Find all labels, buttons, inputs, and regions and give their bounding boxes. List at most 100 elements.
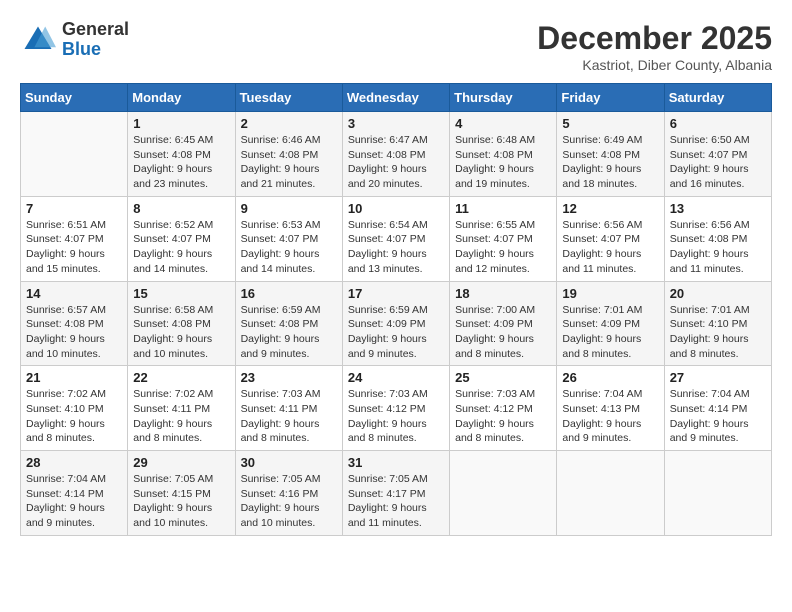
day-number: 16: [241, 286, 337, 301]
calendar-cell: 13 Sunrise: 6:56 AM Sunset: 4:08 PM Dayli…: [664, 196, 771, 281]
day-number: 2: [241, 116, 337, 131]
calendar-cell: 12 Sunrise: 6:56 AM Sunset: 4:07 PM Dayli…: [557, 196, 664, 281]
calendar-cell: 8Sunrise: 6:52 AM Sunset: 4:07 PM Daylig…: [128, 196, 235, 281]
calendar-cell: 14 Sunrise: 6:57 AM Sunset: 4:08 PM Dayli…: [21, 281, 128, 366]
day-info: Sunrise: 7:04 AM Sunset: 4:14 PM Dayligh…: [26, 472, 122, 531]
calendar-week-1: 7 Sunrise: 6:51 AM Sunset: 4:07 PM Daylig…: [21, 196, 772, 281]
calendar-cell: [450, 451, 557, 536]
day-info: Sunrise: 7:05 AM Sunset: 4:17 PM Dayligh…: [348, 472, 444, 531]
calendar-table: SundayMondayTuesdayWednesdayThursdayFrid…: [20, 83, 772, 536]
day-info: Sunrise: 7:04 AM Sunset: 4:14 PM Dayligh…: [670, 387, 766, 446]
calendar-cell: 29Sunrise: 7:05 AM Sunset: 4:15 PM Dayli…: [128, 451, 235, 536]
day-info: Sunrise: 7:01 AM Sunset: 4:09 PM Dayligh…: [562, 303, 658, 362]
calendar-cell: 5 Sunrise: 6:49 AM Sunset: 4:08 PM Daylig…: [557, 112, 664, 197]
calendar-cell: 15 Sunrise: 6:58 AM Sunset: 4:08 PM Dayli…: [128, 281, 235, 366]
day-number: 17: [348, 286, 444, 301]
calendar-cell: 7 Sunrise: 6:51 AM Sunset: 4:07 PM Daylig…: [21, 196, 128, 281]
day-number: 21: [26, 370, 122, 385]
day-info: Sunrise: 6:56 AM Sunset: 4:08 PM Dayligh…: [670, 218, 766, 277]
day-number: 28: [26, 455, 122, 470]
day-number: 24: [348, 370, 444, 385]
day-number: 25: [455, 370, 551, 385]
calendar-cell: 26 Sunrise: 7:04 AM Sunset: 4:13 PM Dayli…: [557, 366, 664, 451]
day-info: Sunrise: 7:04 AM Sunset: 4:13 PM Dayligh…: [562, 387, 658, 446]
day-info: Sunrise: 6:47 AM Sunset: 4:08 PM Dayligh…: [348, 133, 444, 192]
location: Kastriot, Diber County, Albania: [537, 57, 772, 73]
calendar-cell: 23 Sunrise: 7:03 AM Sunset: 4:11 PM Dayli…: [235, 366, 342, 451]
day-info: Sunrise: 6:49 AM Sunset: 4:08 PM Dayligh…: [562, 133, 658, 192]
day-info: Sunrise: 6:53 AM Sunset: 4:07 PM Dayligh…: [241, 218, 337, 277]
calendar-cell: 6 Sunrise: 6:50 AM Sunset: 4:07 PM Daylig…: [664, 112, 771, 197]
day-header-sunday: Sunday: [21, 84, 128, 112]
day-info: Sunrise: 6:56 AM Sunset: 4:07 PM Dayligh…: [562, 218, 658, 277]
day-info: Sunrise: 7:05 AM Sunset: 4:16 PM Dayligh…: [241, 472, 337, 531]
calendar-cell: 16 Sunrise: 6:59 AM Sunset: 4:08 PM Dayli…: [235, 281, 342, 366]
day-info: Sunrise: 7:01 AM Sunset: 4:10 PM Dayligh…: [670, 303, 766, 362]
day-number: 15: [133, 286, 229, 301]
day-number: 12: [562, 201, 658, 216]
day-number: 22: [133, 370, 229, 385]
calendar-cell: [21, 112, 128, 197]
day-info: Sunrise: 6:50 AM Sunset: 4:07 PM Dayligh…: [670, 133, 766, 192]
calendar-cell: 19 Sunrise: 7:01 AM Sunset: 4:09 PM Dayli…: [557, 281, 664, 366]
day-number: 18: [455, 286, 551, 301]
calendar-week-3: 21 Sunrise: 7:02 AM Sunset: 4:10 PM Dayli…: [21, 366, 772, 451]
calendar-cell: 2Sunrise: 6:46 AM Sunset: 4:08 PM Daylig…: [235, 112, 342, 197]
day-header-saturday: Saturday: [664, 84, 771, 112]
day-number: 3: [348, 116, 444, 131]
day-info: Sunrise: 7:03 AM Sunset: 4:12 PM Dayligh…: [348, 387, 444, 446]
calendar-cell: 1Sunrise: 6:45 AM Sunset: 4:08 PM Daylig…: [128, 112, 235, 197]
day-info: Sunrise: 7:03 AM Sunset: 4:12 PM Dayligh…: [455, 387, 551, 446]
day-info: Sunrise: 6:57 AM Sunset: 4:08 PM Dayligh…: [26, 303, 122, 362]
calendar-cell: [557, 451, 664, 536]
calendar-cell: 4 Sunrise: 6:48 AM Sunset: 4:08 PM Daylig…: [450, 112, 557, 197]
calendar-cell: 25 Sunrise: 7:03 AM Sunset: 4:12 PM Dayli…: [450, 366, 557, 451]
day-info: Sunrise: 6:54 AM Sunset: 4:07 PM Dayligh…: [348, 218, 444, 277]
month-title: December 2025: [537, 20, 772, 57]
day-number: 31: [348, 455, 444, 470]
day-number: 29: [133, 455, 229, 470]
logo-blue: Blue: [62, 40, 129, 60]
calendar-cell: [664, 451, 771, 536]
calendar-week-4: 28 Sunrise: 7:04 AM Sunset: 4:14 PM Dayli…: [21, 451, 772, 536]
calendar-cell: 18 Sunrise: 7:00 AM Sunset: 4:09 PM Dayli…: [450, 281, 557, 366]
logo-general: General: [62, 20, 129, 40]
day-number: 23: [241, 370, 337, 385]
day-info: Sunrise: 6:51 AM Sunset: 4:07 PM Dayligh…: [26, 218, 122, 277]
day-header-friday: Friday: [557, 84, 664, 112]
day-info: Sunrise: 6:45 AM Sunset: 4:08 PM Dayligh…: [133, 133, 229, 192]
day-number: 26: [562, 370, 658, 385]
calendar-week-2: 14 Sunrise: 6:57 AM Sunset: 4:08 PM Dayli…: [21, 281, 772, 366]
calendar-cell: 17Sunrise: 6:59 AM Sunset: 4:09 PM Dayli…: [342, 281, 449, 366]
calendar-cell: 20 Sunrise: 7:01 AM Sunset: 4:10 PM Dayli…: [664, 281, 771, 366]
day-number: 20: [670, 286, 766, 301]
calendar-cell: 30Sunrise: 7:05 AM Sunset: 4:16 PM Dayli…: [235, 451, 342, 536]
day-info: Sunrise: 7:00 AM Sunset: 4:09 PM Dayligh…: [455, 303, 551, 362]
calendar-cell: 31 Sunrise: 7:05 AM Sunset: 4:17 PM Dayli…: [342, 451, 449, 536]
day-info: Sunrise: 6:48 AM Sunset: 4:08 PM Dayligh…: [455, 133, 551, 192]
day-info: Sunrise: 7:02 AM Sunset: 4:11 PM Dayligh…: [133, 387, 229, 446]
calendar-cell: 11Sunrise: 6:55 AM Sunset: 4:07 PM Dayli…: [450, 196, 557, 281]
day-info: Sunrise: 6:58 AM Sunset: 4:08 PM Dayligh…: [133, 303, 229, 362]
day-header-monday: Monday: [128, 84, 235, 112]
day-number: 19: [562, 286, 658, 301]
calendar-cell: 22 Sunrise: 7:02 AM Sunset: 4:11 PM Dayli…: [128, 366, 235, 451]
day-number: 7: [26, 201, 122, 216]
day-number: 5: [562, 116, 658, 131]
day-number: 4: [455, 116, 551, 131]
logo: General Blue: [20, 20, 129, 60]
calendar-cell: 24 Sunrise: 7:03 AM Sunset: 4:12 PM Dayli…: [342, 366, 449, 451]
logo-text: General Blue: [62, 20, 129, 60]
calendar-cell: 28 Sunrise: 7:04 AM Sunset: 4:14 PM Dayli…: [21, 451, 128, 536]
calendar-cell: 10Sunrise: 6:54 AM Sunset: 4:07 PM Dayli…: [342, 196, 449, 281]
day-info: Sunrise: 6:59 AM Sunset: 4:08 PM Dayligh…: [241, 303, 337, 362]
calendar-cell: 3 Sunrise: 6:47 AM Sunset: 4:08 PM Daylig…: [342, 112, 449, 197]
day-number: 14: [26, 286, 122, 301]
day-info: Sunrise: 7:02 AM Sunset: 4:10 PM Dayligh…: [26, 387, 122, 446]
calendar-header: SundayMondayTuesdayWednesdayThursdayFrid…: [21, 84, 772, 112]
day-number: 6: [670, 116, 766, 131]
day-number: 13: [670, 201, 766, 216]
day-header-thursday: Thursday: [450, 84, 557, 112]
logo-icon: [20, 22, 56, 58]
day-info: Sunrise: 7:03 AM Sunset: 4:11 PM Dayligh…: [241, 387, 337, 446]
